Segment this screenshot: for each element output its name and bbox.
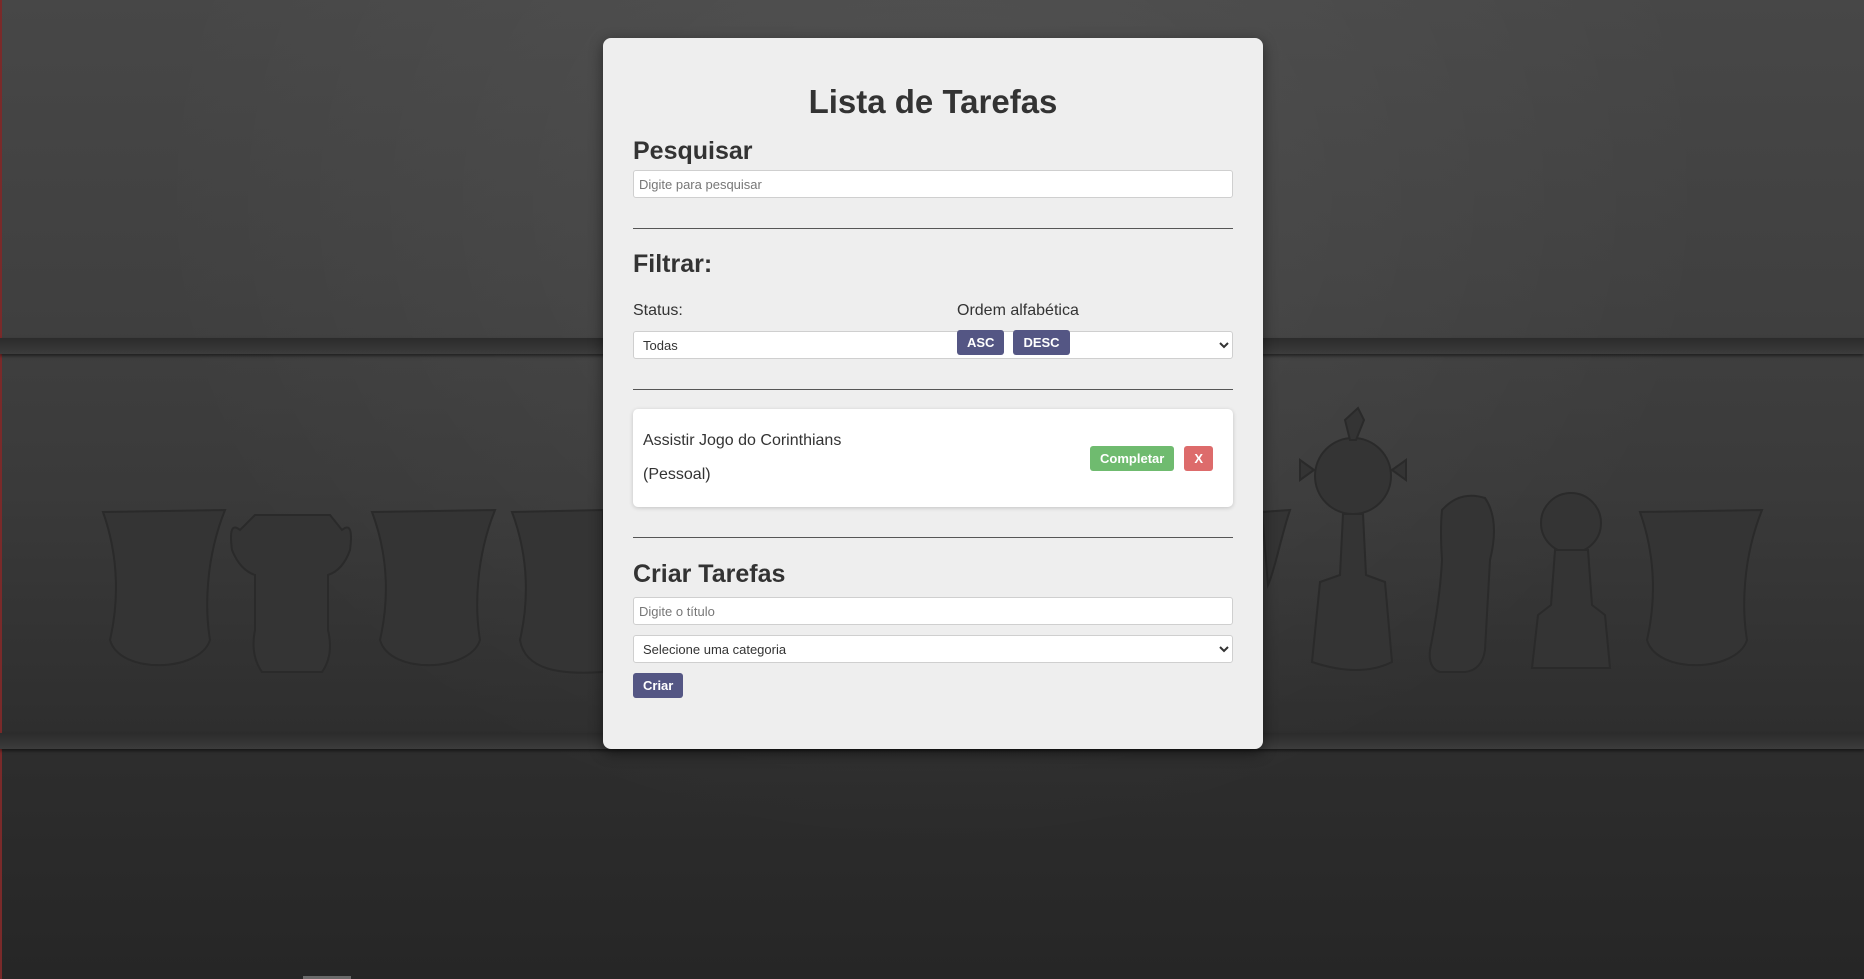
search-input[interactable]: [633, 170, 1233, 198]
task-title: Assistir Jogo do Corinthians: [643, 432, 842, 449]
sort-asc-button[interactable]: ASC: [957, 330, 1005, 355]
task-item: Assistir Jogo do Corinthians (Pessoal) C…: [633, 409, 1233, 507]
status-filter-group: Status: Todas: [633, 301, 1233, 359]
task-content: Assistir Jogo do Corinthians (Pessoal): [643, 424, 841, 492]
category-select[interactable]: Selecione uma categoria: [633, 635, 1233, 663]
sort-desc-button[interactable]: DESC: [1013, 330, 1070, 355]
page-title: Lista de Tarefas: [808, 83, 1058, 120]
search-heading: Pesquisar: [633, 137, 753, 165]
task-actions: Completar X: [1090, 445, 1213, 471]
complete-task-button[interactable]: Completar: [1090, 445, 1175, 471]
task-title-input[interactable]: [633, 597, 1233, 625]
create-heading: Criar Tarefas: [633, 560, 786, 588]
remove-task-button[interactable]: X: [1184, 445, 1213, 471]
todo-card: Lista de Tarefas Pesquisar Filtrar: Stat…: [603, 38, 1263, 749]
status-label: Status:: [633, 302, 683, 319]
divider: [633, 537, 1233, 538]
sort-buttons: ASC DESC: [957, 330, 1233, 355]
filter-heading: Filtrar:: [633, 250, 713, 278]
divider: [633, 389, 1233, 390]
task-category: (Pessoal): [643, 466, 711, 483]
divider: [633, 228, 1233, 229]
create-task-button[interactable]: Criar: [633, 673, 684, 698]
order-filter-group: Ordem alfabética ASC DESC: [957, 301, 1233, 359]
filter-row: Status: Todas Ordem alfabética ASC DESC: [633, 301, 1233, 359]
order-label: Ordem alfabética: [957, 302, 1079, 319]
